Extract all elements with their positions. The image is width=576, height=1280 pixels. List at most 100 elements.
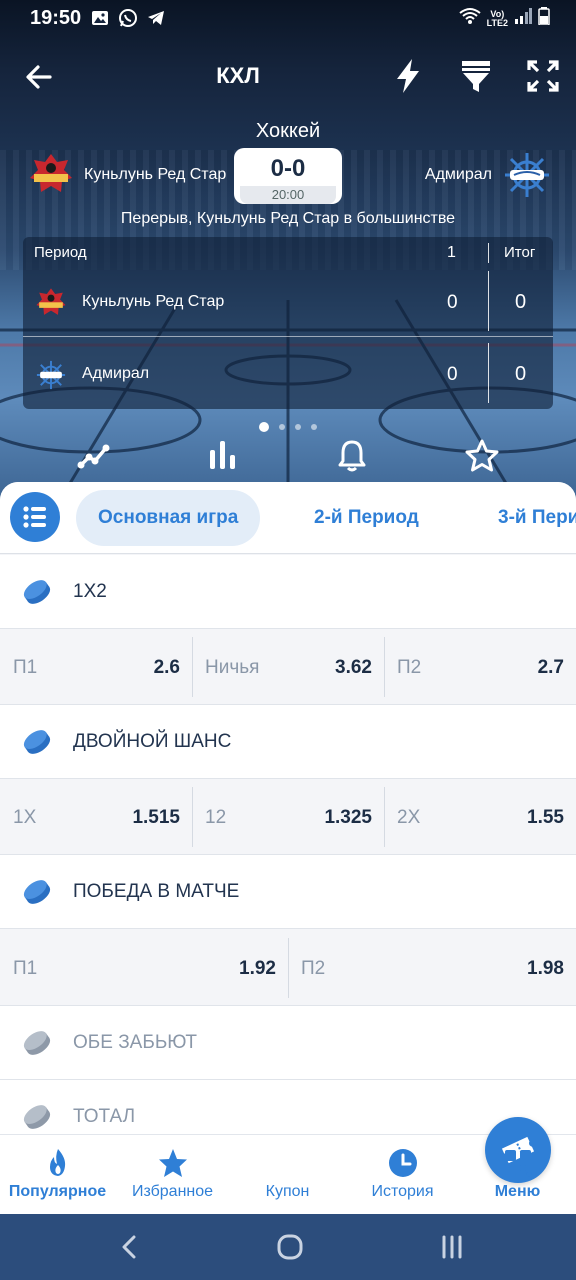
market-tabs: Основная игра 2-й Период 3-й Период — [0, 482, 576, 554]
tab-period-3[interactable]: 3-й Период — [498, 490, 576, 546]
telegram-icon — [146, 8, 166, 33]
score-row-away: Адмирал 0 0 — [23, 341, 553, 409]
score-row-home: Куньлунь Ред Стар 0 0 — [23, 269, 553, 337]
away-team-name: Адмирал — [424, 166, 492, 183]
tab-period-2[interactable]: 2-й Период — [314, 490, 419, 546]
star-icon — [159, 1149, 187, 1177]
carousel-dot[interactable] — [259, 421, 269, 432]
odd-button[interactable]: Ничья 3.62 — [192, 629, 384, 705]
nav-label: Популярное — [8, 1183, 107, 1200]
odds-row: 1X 1.515 12 1.325 2X 1.55 — [0, 779, 576, 855]
market-group-title: ДВОЙНОЙ ШАНС — [73, 731, 232, 752]
chevron-left-icon — [122, 1235, 136, 1259]
system-home-button[interactable] — [273, 1232, 307, 1262]
odd-value: 2.6 — [153, 657, 180, 678]
score-row-team: Адмирал — [82, 365, 150, 382]
match-header: 19:50 Vo) LTE2 КХЛ Хоккей Куньлунь Ред С… — [0, 0, 576, 500]
star-outline-icon — [465, 439, 499, 472]
odd-button[interactable]: П1 1.92 — [0, 930, 288, 1006]
status-time: 19:50 — [30, 7, 82, 29]
odd-value: 2.7 — [537, 657, 564, 678]
total-label: Итог — [504, 244, 536, 261]
odd-button[interactable]: 1X 1.515 — [0, 779, 192, 855]
odd-name: П1 — [13, 657, 38, 678]
favorite-button[interactable] — [462, 436, 502, 476]
filter-icon — [462, 61, 490, 92]
period-score-table: Период 1 Итог Куньлунь Ред Стар 0 0 Адми… — [23, 237, 553, 409]
carousel-dot[interactable] — [279, 423, 285, 430]
match-actions — [0, 436, 576, 480]
market-group-both-score[interactable]: ОБЕ ЗАБЬЮТ — [0, 1006, 576, 1080]
fullscreen-button[interactable] — [526, 58, 560, 94]
admiral-logo — [502, 150, 552, 200]
carousel-dot[interactable] — [311, 423, 317, 430]
home-team-name: Куньлунь Ред Стар — [84, 166, 227, 183]
hockey-puck-icon — [23, 1031, 51, 1055]
nav-history[interactable]: История — [345, 1135, 460, 1215]
market-group-match-winner[interactable]: ПОБЕДА В МАТЧЕ — [0, 855, 576, 929]
odd-button[interactable]: 12 1.325 — [192, 779, 384, 855]
carousel-dots[interactable] — [0, 418, 576, 432]
nav-label: Меню — [494, 1183, 541, 1200]
hockey-puck-icon — [23, 580, 51, 604]
bar-stats-icon — [210, 441, 235, 469]
system-navigation-bar — [0, 1214, 576, 1280]
hockey-puck-icon — [23, 1105, 51, 1129]
lightning-icon — [397, 59, 419, 93]
notifications-button[interactable] — [332, 436, 372, 476]
nav-coupon[interactable]: Купон — [230, 1117, 551, 1215]
system-recents-button[interactable] — [435, 1232, 469, 1262]
market-group-title: ТОТАЛ — [73, 1106, 136, 1127]
app-bar: КХЛ — [0, 50, 576, 102]
odd-button[interactable]: П1 2.6 — [0, 629, 192, 705]
market-group-double-chance[interactable]: ДВОЙНОЙ ШАНС — [0, 705, 576, 779]
odds-row: П1 2.6 Ничья 3.62 П2 2.7 — [0, 629, 576, 705]
market-group-title: 1X2 — [73, 581, 107, 602]
odd-button[interactable]: 2X 1.55 — [384, 779, 576, 855]
grid-menu-icon — [505, 1150, 532, 1177]
tab-main-game[interactable]: Основная игра — [76, 490, 261, 546]
statistics-button[interactable] — [203, 436, 243, 476]
live-button[interactable] — [392, 58, 424, 94]
filter-button[interactable] — [460, 58, 492, 94]
clock-icon — [389, 1149, 417, 1177]
nav-favorites[interactable]: Избранное — [115, 1135, 230, 1215]
market-group-title: ОБЕ ЗАБЬЮТ — [73, 1032, 198, 1053]
total-score: 0 — [515, 363, 527, 385]
market-group-title: ПОБЕДА В МАТЧЕ — [73, 881, 240, 902]
wifi-icon — [459, 7, 481, 30]
odd-button[interactable]: П2 2.7 — [384, 629, 576, 705]
recents-icon — [442, 1235, 462, 1259]
score-box: 0-0 20:00 — [234, 148, 342, 204]
nav-menu[interactable]: Меню — [460, 1135, 575, 1215]
kunlun-red-star-logo — [35, 287, 67, 319]
odd-name: Ничья — [205, 657, 260, 678]
match-time: 20:00 — [240, 186, 336, 204]
row-divider — [488, 343, 489, 403]
carousel-dot[interactable] — [295, 423, 301, 430]
period-label: Период — [34, 244, 87, 261]
admiral-logo — [35, 359, 67, 391]
kunlun-red-star-logo — [28, 152, 74, 198]
odd-name: П2 — [301, 958, 326, 979]
header-divider — [488, 243, 489, 263]
gallery-icon — [90, 8, 110, 33]
score-row-team: Куньлунь Ред Стар — [82, 293, 225, 310]
network-type-label: Vo) LTE2 — [487, 9, 508, 28]
odd-name: 12 — [205, 807, 227, 828]
row-divider — [488, 271, 489, 331]
nav-label: История — [371, 1183, 434, 1200]
market-group-1x2[interactable]: 1X2 — [0, 555, 576, 629]
nav-popular[interactable]: Популярное — [0, 1135, 115, 1215]
odds-row: П1 1.92 П2 1.98 — [0, 930, 576, 1006]
market-list-button[interactable] — [10, 492, 60, 542]
system-back-button[interactable] — [114, 1232, 148, 1262]
score-table-header: Период 1 Итог — [23, 237, 553, 267]
nav-label: Купон — [265, 1183, 310, 1200]
odd-name: П1 — [13, 958, 38, 979]
trend-chart-button[interactable] — [74, 436, 114, 476]
period-number: 1 — [447, 244, 456, 261]
whatsapp-icon — [118, 8, 138, 33]
match-scoreline: Куньлунь Ред Стар 0-0 20:00 Адмирал — [24, 148, 552, 206]
odd-button[interactable]: П2 1.98 — [288, 930, 576, 1006]
